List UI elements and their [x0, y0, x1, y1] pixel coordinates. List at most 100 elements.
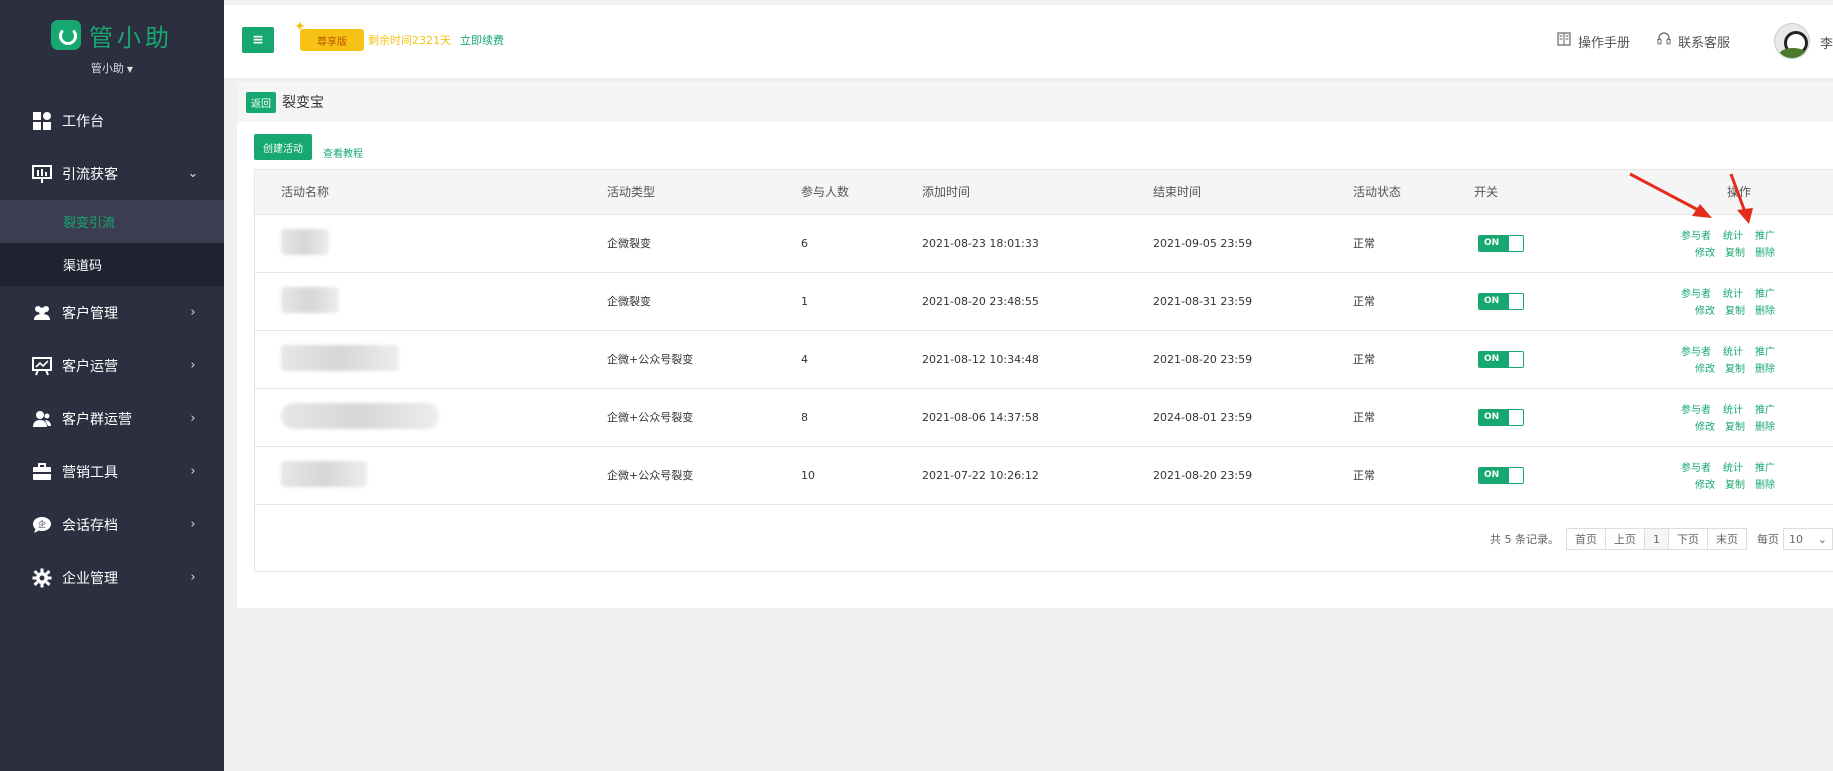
actions-cell: 参与者 统计 推广 修改 复制 删除	[1681, 446, 1833, 505]
sidebar-item-label: 工作台	[62, 113, 104, 130]
top-bar: ≡ ✦ 尊享版 剩余时间2321天 立即续费 操作手册 联系客服 李	[224, 5, 1833, 78]
tutorial-link[interactable]: 查看教程	[323, 145, 363, 160]
sidebar-item-enterprise-management[interactable]: 企业管理 ›	[0, 551, 224, 604]
prev-page-button[interactable]: 上页	[1605, 528, 1645, 550]
breadcrumb: 返回 裂变宝	[237, 82, 1833, 122]
stats-link[interactable]: 统计	[1723, 227, 1743, 242]
stats-link[interactable]: 统计	[1723, 343, 1743, 358]
promote-link[interactable]: 推广	[1755, 459, 1775, 474]
table-row: 企微+公众号裂变 4 2021-08-12 10:34:48 2021-08-2…	[255, 330, 1833, 389]
copy-link[interactable]: 复制	[1725, 476, 1745, 491]
sidebar-subitem-channel-code[interactable]: 渠道码	[0, 243, 224, 286]
chevron-right-icon: ›	[190, 411, 196, 426]
activity-toggle[interactable]: ON	[1478, 408, 1524, 426]
sidebar-item-label: 营销工具	[62, 464, 118, 481]
participants-link[interactable]: 参与者	[1681, 459, 1711, 474]
toggle-cell: ON	[1474, 446, 1681, 505]
per-page-select[interactable]: 10 ⌄	[1783, 528, 1833, 550]
blurred-name	[281, 402, 439, 429]
toggle-cell: ON	[1474, 388, 1681, 447]
toggle-on-label: ON	[1479, 409, 1509, 425]
toggle-knob	[1509, 467, 1523, 483]
sidebar-item-lead-generation[interactable]: 引流获客 ⌄	[0, 147, 224, 200]
toggle-on-label: ON	[1479, 351, 1509, 367]
create-activity-button[interactable]: 创建活动	[254, 134, 312, 160]
sidebar-item-customer-operations[interactable]: 客户运营 ›	[0, 339, 224, 392]
copy-link[interactable]: 复制	[1725, 244, 1745, 259]
activity-toggle[interactable]: ON	[1478, 350, 1524, 368]
type-cell: 企微+公众号裂变	[607, 446, 801, 505]
customer-service-link[interactable]: 联系客服	[1656, 31, 1730, 51]
promote-link[interactable]: 推广	[1755, 285, 1775, 300]
per-page-label: 每页	[1757, 533, 1779, 546]
delete-link[interactable]: 删除	[1755, 360, 1775, 375]
sidebar-subitem-fission[interactable]: 裂变引流	[0, 200, 224, 243]
chevron-down-icon: ⌄	[1817, 532, 1827, 546]
avatar[interactable]	[1774, 23, 1810, 59]
participants-link[interactable]: 参与者	[1681, 285, 1711, 300]
activity-toggle[interactable]: ON	[1478, 292, 1524, 310]
last-page-button[interactable]: 末页	[1707, 528, 1747, 550]
per-page-value: 10	[1789, 532, 1803, 546]
edit-link[interactable]: 修改	[1695, 360, 1715, 375]
edit-link[interactable]: 修改	[1695, 418, 1715, 433]
table-row: 企微裂变 6 2021-08-23 18:01:33 2021-09-05 23…	[255, 214, 1833, 273]
sidebar-item-label: 客户群运营	[62, 411, 132, 428]
edit-link[interactable]: 修改	[1695, 302, 1715, 317]
sidebar-item-label: 企业管理	[62, 570, 118, 587]
headset-icon	[1656, 31, 1672, 51]
stats-link[interactable]: 统计	[1723, 285, 1743, 300]
back-button[interactable]: 返回	[246, 91, 276, 113]
edit-link[interactable]: 修改	[1695, 476, 1715, 491]
user-menu[interactable]: 管小助 ▼	[0, 60, 224, 76]
activity-toggle[interactable]: ON	[1478, 234, 1524, 252]
blurred-name	[281, 286, 339, 313]
participants-link[interactable]: 参与者	[1681, 227, 1711, 242]
added-time-cell: 2021-07-22 10:26:12	[922, 446, 1153, 505]
delete-link[interactable]: 删除	[1755, 244, 1775, 259]
participants-link[interactable]: 参与者	[1681, 343, 1711, 358]
count-cell: 1	[801, 272, 922, 331]
menu-toggle-button[interactable]: ≡	[242, 27, 274, 53]
sidebar-item-marketing-tools[interactable]: 营销工具 ›	[0, 445, 224, 498]
delete-link[interactable]: 删除	[1755, 302, 1775, 317]
copy-link[interactable]: 复制	[1725, 418, 1745, 433]
promote-link[interactable]: 推广	[1755, 227, 1775, 242]
delete-link[interactable]: 删除	[1755, 418, 1775, 433]
sidebar-item-workbench[interactable]: 工作台	[0, 94, 224, 147]
current-page-button[interactable]: 1	[1644, 528, 1669, 550]
actions-cell: 参与者 统计 推广 修改 复制 删除	[1681, 330, 1833, 389]
copy-link[interactable]: 复制	[1725, 360, 1745, 375]
copy-link[interactable]: 复制	[1725, 302, 1745, 317]
logo: 管小助	[0, 0, 224, 62]
status-cell: 正常	[1353, 214, 1474, 273]
actions-cell: 参与者 统计 推广 修改 复制 删除	[1681, 388, 1833, 447]
activity-toggle[interactable]: ON	[1478, 466, 1524, 484]
first-page-button[interactable]: 首页	[1566, 528, 1606, 550]
promote-link[interactable]: 推广	[1755, 343, 1775, 358]
sidebar-item-customer-management[interactable]: 客户管理 ›	[0, 286, 224, 339]
promote-link[interactable]: 推广	[1755, 401, 1775, 416]
manual-link[interactable]: 操作手册	[1556, 31, 1630, 51]
sidebar-item-group-operations[interactable]: 客户群运营 ›	[0, 392, 224, 445]
edit-link[interactable]: 修改	[1695, 244, 1715, 259]
sidebar-item-label: 引流获客	[62, 166, 118, 183]
next-page-button[interactable]: 下页	[1668, 528, 1708, 550]
type-cell: 企微+公众号裂变	[607, 388, 801, 447]
chevron-right-icon: ›	[190, 358, 196, 373]
chevron-right-icon: ›	[190, 517, 196, 532]
table-row: 企微+公众号裂变 8 2021-08-06 14:37:58 2024-08-0…	[255, 388, 1833, 447]
stats-link[interactable]: 统计	[1723, 401, 1743, 416]
stats-link[interactable]: 统计	[1723, 459, 1743, 474]
end-time-cell: 2021-08-31 23:59	[1153, 272, 1353, 331]
table-header-row: 活动名称 活动类型 参与人数 添加时间 结束时间 活动状态 开关 操作	[255, 170, 1833, 215]
table-row: 企微裂变 1 2021-08-20 23:48:55 2021-08-31 23…	[255, 272, 1833, 331]
delete-link[interactable]: 删除	[1755, 476, 1775, 491]
record-count: 共 5 条记录。	[1490, 533, 1559, 546]
sidebar-item-chat-archive[interactable]: 企 会话存档 ›	[0, 498, 224, 551]
toggle-knob	[1509, 293, 1523, 309]
caret-down-icon: ▼	[126, 65, 134, 74]
participants-link[interactable]: 参与者	[1681, 401, 1711, 416]
count-cell: 6	[801, 214, 922, 273]
renew-link[interactable]: 立即续费	[460, 32, 504, 48]
